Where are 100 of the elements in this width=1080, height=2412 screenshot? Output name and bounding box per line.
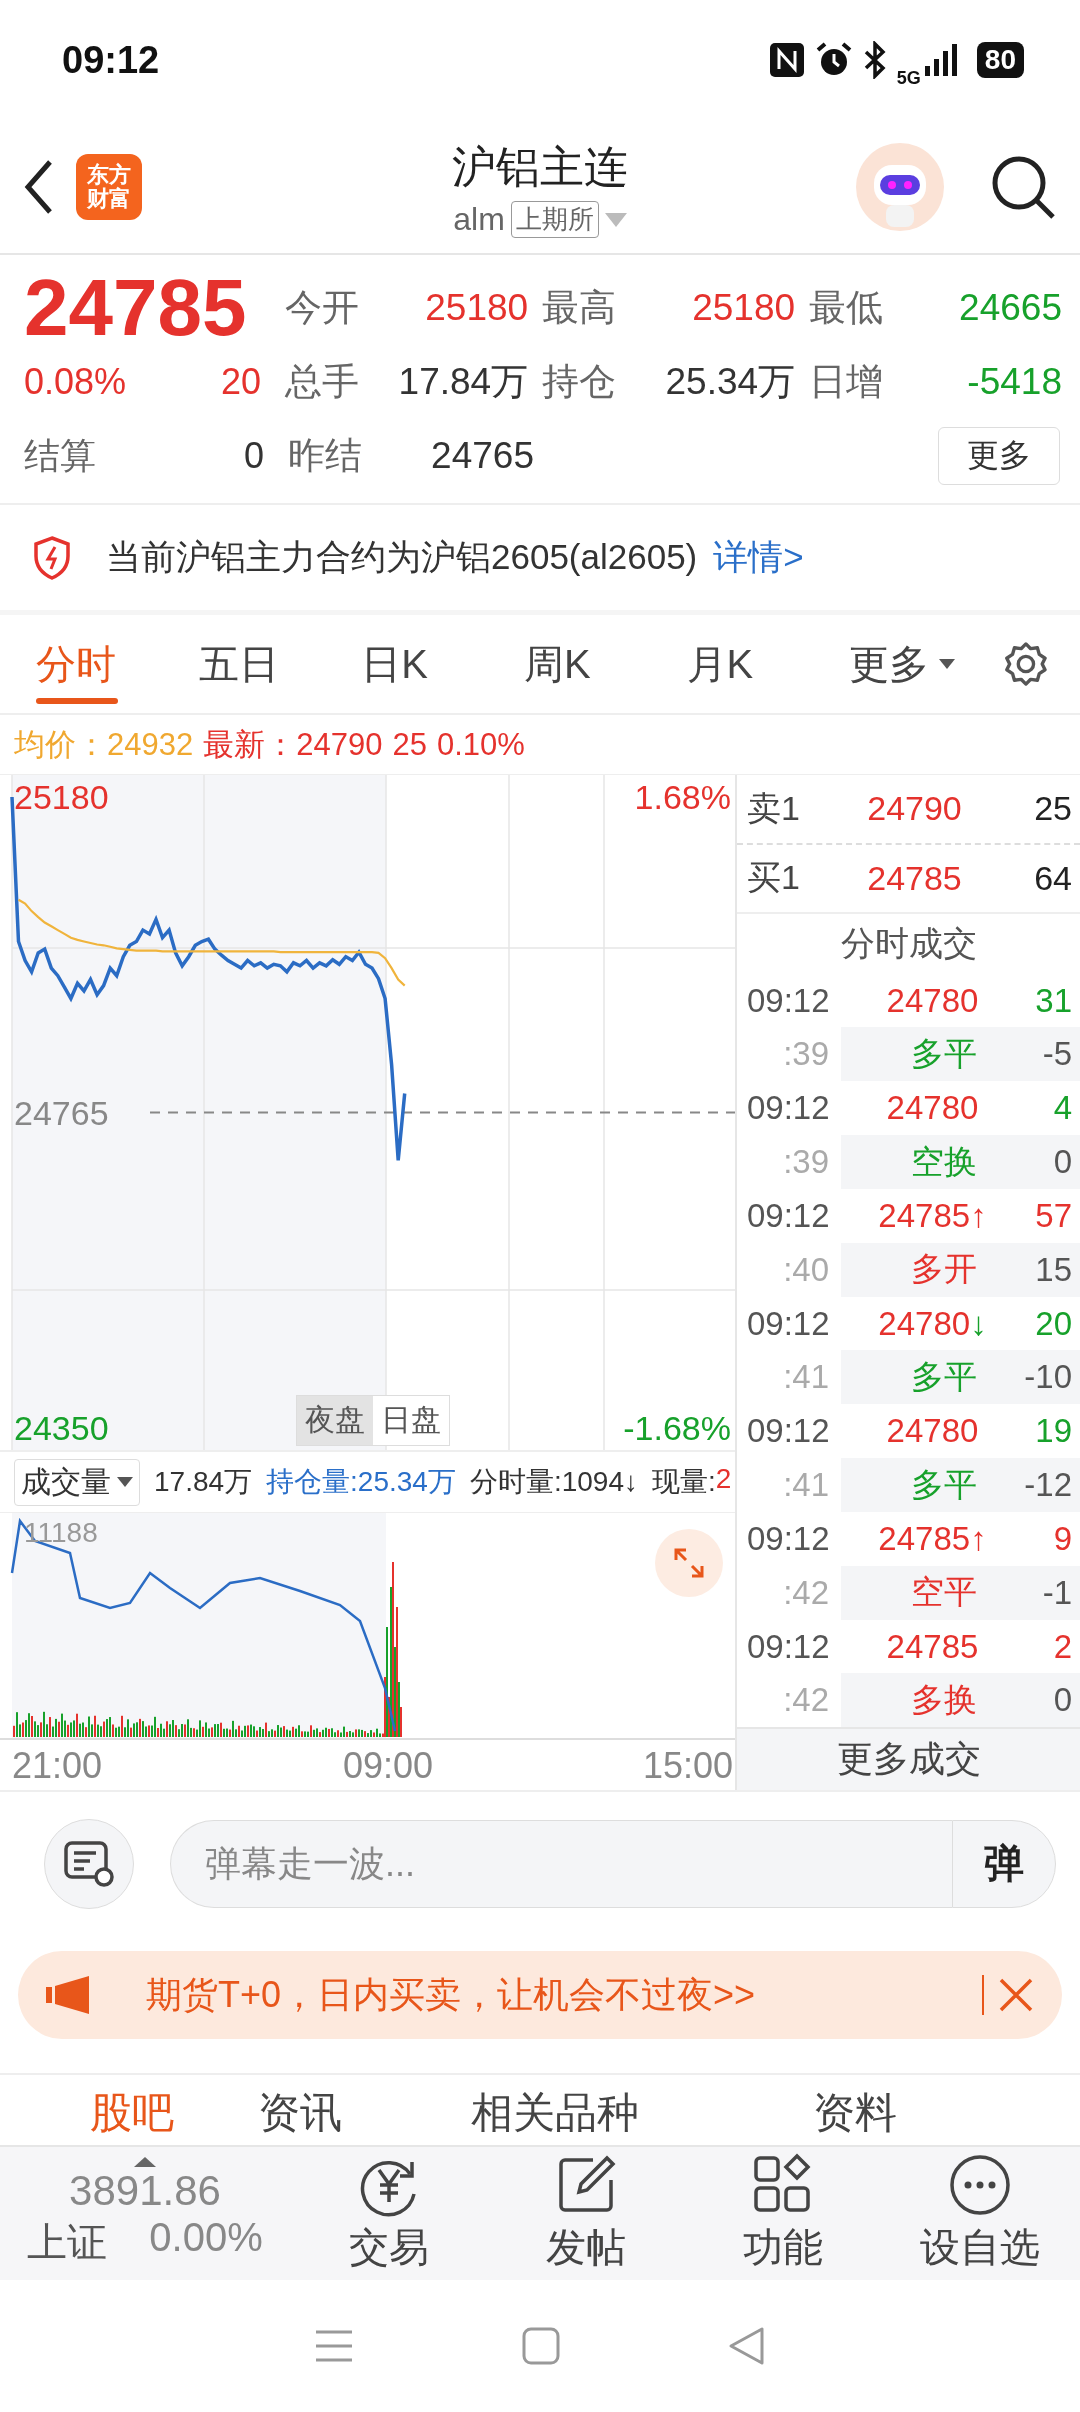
stat-label: 结算 <box>24 433 96 478</box>
menu-icon[interactable] <box>314 2328 354 2364</box>
app-logo: 东方 财富 <box>76 153 142 220</box>
stat-label: 持仓 <box>542 360 617 404</box>
trade-change: 0 <box>1053 1681 1072 1720</box>
stat-label: 日增 <box>809 360 884 404</box>
section-tab[interactable]: 股吧 <box>0 2085 210 2145</box>
promo-text: 期货T+0，日内买卖，让机会不过夜>> <box>146 1972 757 2017</box>
trade-price: 24785 <box>878 1519 971 1558</box>
danmaku-settings-icon <box>63 1839 115 1888</box>
more-button[interactable]: 更多 <box>938 427 1060 485</box>
stat-label: 总手 <box>285 360 360 404</box>
change-percent: 0.08% <box>24 361 127 403</box>
trade-change: -5 <box>1042 1035 1072 1074</box>
trade-volume: 2 <box>1052 1627 1073 1666</box>
comment-input[interactable]: 弹幕走一波... <box>170 1819 952 1908</box>
chart-tab[interactable]: 日K <box>361 614 524 714</box>
home-icon[interactable] <box>522 2327 560 2365</box>
session-toggle[interactable]: 夜盘 <box>297 1396 373 1445</box>
trade-time: 09:12 <box>747 1089 831 1128</box>
order-price: 24785 <box>866 858 963 898</box>
index-change: 0.00% <box>149 2215 263 2261</box>
trade-seconds: :40 <box>782 1250 830 1289</box>
network-label: 5G <box>896 67 921 89</box>
chart-tab[interactable]: 更多 <box>849 614 1003 714</box>
details-link[interactable]: 详情> <box>713 534 804 581</box>
latest-percent: 0.10% <box>436 726 525 763</box>
nav-item[interactable]: 设自选 <box>881 2152 1078 2275</box>
shield-icon <box>32 535 72 580</box>
current-volume: 2 <box>715 1463 732 1496</box>
stat-label: 昨结 <box>288 434 362 478</box>
order-level: 买1 <box>747 857 801 899</box>
current-volume-label: 现量: <box>652 1465 716 1499</box>
back-icon[interactable] <box>24 158 54 215</box>
stat-label: 最低 <box>809 286 884 330</box>
latest-volume: 25 <box>392 726 427 763</box>
chart-tab[interactable]: 分时 <box>36 614 199 714</box>
stat-value: -5418 <box>967 361 1062 403</box>
trade-seconds: :39 <box>782 1035 830 1074</box>
signal-icon <box>922 42 959 78</box>
trade-action: 多平 <box>911 1356 978 1397</box>
trade-seconds: :39 <box>782 1143 830 1182</box>
stat-value: 24665 <box>959 287 1062 329</box>
stat-value: 24765 <box>431 435 534 477</box>
trend-arrow: ↑ <box>970 1519 987 1558</box>
robot-icon[interactable] <box>854 140 946 233</box>
stat-label: 最高 <box>542 286 617 330</box>
megaphone-icon <box>46 1975 92 2015</box>
axis-label: -1.68% <box>623 1408 731 1447</box>
section-tab[interactable]: 资讯 <box>210 2085 390 2145</box>
chart-tab[interactable]: 五日 <box>198 614 362 714</box>
settings-icon[interactable] <box>1002 639 1050 689</box>
open-interest: 持仓量:25.34万 <box>266 1465 456 1499</box>
bluetooth-icon <box>862 41 887 79</box>
chart-tab[interactable]: 周K <box>523 614 687 714</box>
trades-title: 分时成交 <box>737 912 1080 974</box>
trade-price: 24780 <box>886 1089 979 1128</box>
collapse-icon[interactable] <box>134 2157 156 2167</box>
nav-item[interactable]: 交易 <box>290 2152 487 2275</box>
stat-value: 17.84万 <box>398 360 529 404</box>
trade-time: 09:12 <box>747 1196 831 1235</box>
trade-change: 15 <box>1035 1250 1072 1289</box>
nav-item[interactable]: 功能 <box>684 2152 881 2275</box>
trade-seconds: :41 <box>782 1358 830 1397</box>
axis-label: 25180 <box>14 778 109 817</box>
trade-volume: 19 <box>1034 1412 1073 1451</box>
average-price-label: 均价：24932 <box>14 725 194 764</box>
trade-price: 24780 <box>878 1304 971 1343</box>
exchange-tag: 上期所 <box>510 201 599 238</box>
order-volume: 25 <box>1033 789 1072 829</box>
trade-time: 09:12 <box>747 981 831 1020</box>
page-title: 沪铝主连 <box>452 141 628 193</box>
chart-tab[interactable]: 月K <box>686 614 850 714</box>
tick-volume: 分时量:1094↓ <box>469 1465 638 1499</box>
more-trades-button[interactable]: 更多成交 <box>737 1727 1080 1790</box>
trade-seconds: :42 <box>782 1573 830 1612</box>
stat-value: 25180 <box>425 287 529 329</box>
axis-label: 09:00 <box>341 1744 435 1787</box>
indicator-dropdown[interactable]: 成交量 <box>14 1458 140 1506</box>
danmaku-button[interactable]: 弹 <box>952 1819 1056 1908</box>
trade-seconds: :42 <box>782 1681 830 1720</box>
trade-volume: 20 <box>1034 1304 1073 1343</box>
trade-change: -10 <box>1024 1358 1072 1397</box>
trade-price: 24780 <box>886 981 979 1020</box>
axis-label: 24765 <box>14 1093 109 1132</box>
axis-label: 1.68% <box>634 778 731 817</box>
trade-change: 0 <box>1053 1143 1072 1182</box>
section-tab[interactable]: 资料 <box>720 2085 990 2145</box>
last-price: 24785 <box>24 268 247 348</box>
trade-change: -1 <box>1042 1573 1072 1612</box>
nav-item[interactable]: 发帖 <box>487 2152 684 2275</box>
trade-time: 09:12 <box>747 1412 831 1451</box>
section-tab[interactable]: 相关品种 <box>390 2085 720 2145</box>
status-time: 09:12 <box>62 38 160 82</box>
axis-label: 21:00 <box>12 1744 104 1787</box>
trade-action: 多开 <box>911 1249 978 1290</box>
notice-text: 当前沪铝主力合约为沪铝2605(al2605) <box>106 536 698 578</box>
stat-value: 0 <box>243 435 264 477</box>
order-price: 24790 <box>866 789 963 829</box>
trade-seconds: :41 <box>782 1466 830 1505</box>
